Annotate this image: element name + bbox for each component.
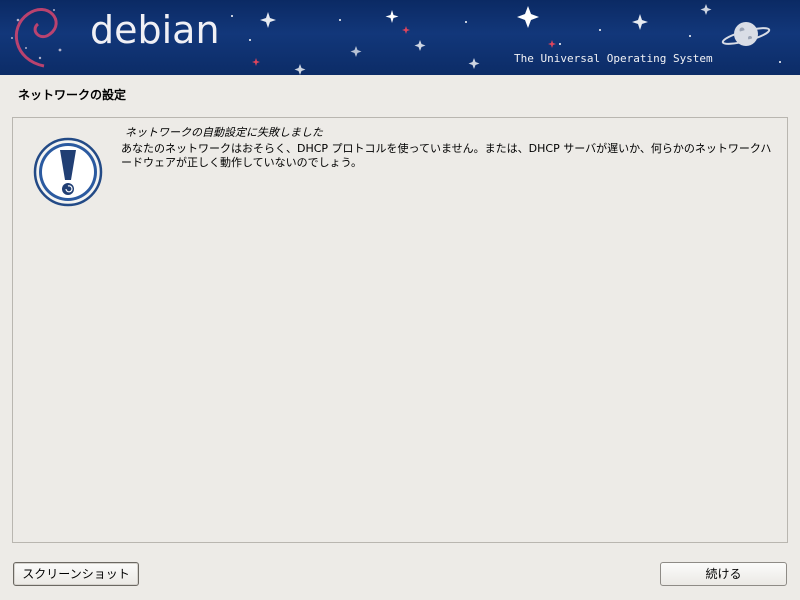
message-title: ネットワークの自動設定に失敗しました — [125, 126, 323, 139]
message-panel: ネットワークの自動設定に失敗しました あなたのネットワークはおそらく、DHCP … — [12, 117, 788, 543]
warning-exclamation-icon — [33, 137, 103, 207]
brand-logo-text: debian — [90, 8, 220, 52]
screenshot-button[interactable]: スクリーンショット — [13, 562, 139, 586]
message-body: あなたのネットワークはおそらく、DHCP プロトコルを使っていません。または、D… — [121, 142, 772, 169]
page-title: ネットワークの設定 — [18, 88, 127, 102]
continue-button[interactable]: 続ける — [660, 562, 787, 586]
brand-tagline: The Universal Operating System — [514, 52, 713, 65]
debian-swirl-icon — [14, 8, 58, 68]
planet-icon — [721, 22, 771, 46]
header-banner: debian The Universal Operating System — [0, 0, 800, 75]
